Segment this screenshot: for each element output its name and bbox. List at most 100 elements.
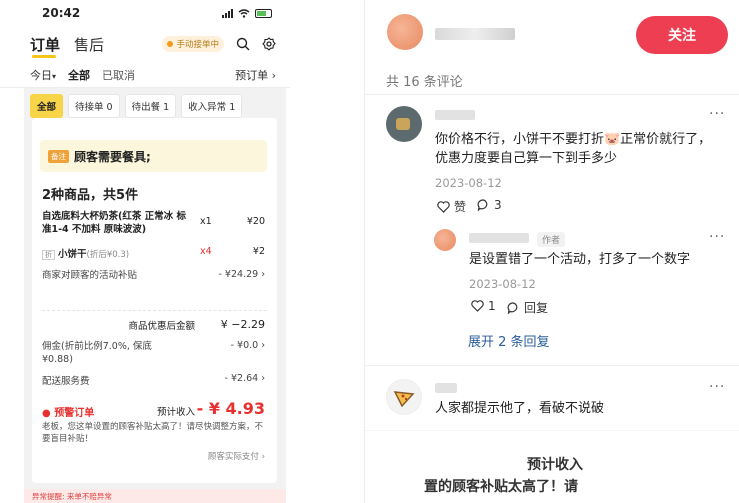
chip-pending-meal[interactable]: 待出餐 1: [124, 94, 177, 118]
battery-icon: [255, 8, 272, 18]
order-item: 自选底料大杯奶茶(红茶 正常冰 标准1-4 不加料 原味波波) x1 ¥20: [42, 210, 265, 238]
like-button[interactable]: 1: [471, 299, 496, 313]
comment-count: 共 16 条评论: [386, 75, 463, 90]
more-options-icon[interactable]: ···: [709, 106, 725, 122]
follow-button[interactable]: 关注: [636, 16, 728, 54]
item-name: 自选底料大杯奶茶(红茶 正常冰 标准1-4 不加料 原味波波): [42, 211, 186, 235]
username-blurred: [435, 383, 457, 393]
reply-label: 回复: [524, 301, 549, 315]
customer-pay-link[interactable]: 顾客实际支付 ›: [42, 450, 265, 462]
item-sub: (折后¥0.3): [86, 250, 130, 260]
comment-text: 你价格不行，小饼干不要打折🐷正常价就行了， 优惠力度要自己算一下到手多少: [435, 130, 711, 168]
delivery-row[interactable]: 配送服务费 - ¥2.64 ›: [42, 373, 265, 387]
heart-icon: [437, 200, 450, 213]
more-options-icon[interactable]: ···: [709, 379, 725, 395]
delivery-label: 配送服务费: [42, 376, 90, 387]
like-button[interactable]: 赞: [437, 198, 466, 215]
divider: [365, 94, 739, 95]
order-item: 折 小饼干(折后¥0.3) x4 ¥2: [42, 246, 265, 260]
avatar[interactable]: [386, 106, 422, 142]
abnormal-reminder-bar[interactable]: 异常提醒: 来单不赔异常: [24, 489, 286, 503]
commission-label: 佣金(折前比例7.0%, 保底¥0.88): [42, 341, 152, 365]
avatar-figure: [396, 118, 410, 130]
comment-line: 优惠力度要自己算一下到手多少: [435, 151, 618, 166]
reply-text: 是设置错了一个活动，打多了一个数字: [469, 252, 691, 267]
reply-count-button[interactable]: 3: [477, 198, 502, 212]
divider: [365, 365, 739, 366]
subsidy-row[interactable]: 商家对顾客的活动补贴 - ¥24.29 ›: [42, 269, 265, 282]
alert-icon: ●: [42, 408, 55, 419]
expand-replies-link[interactable]: 展开 2 条回复: [468, 331, 550, 350]
avatar[interactable]: [386, 379, 422, 415]
heart-icon: [471, 300, 484, 312]
commission-value: - ¥0.0 ›: [230, 340, 265, 351]
item-price: ¥20: [246, 216, 265, 227]
comment-line: 你价格不行，小饼干不要打折🐷正常价就行了，: [435, 132, 712, 147]
chip-pending-accept[interactable]: 待接单 0: [68, 94, 120, 118]
reply-date: 2023-08-12: [469, 277, 536, 291]
discounted-label: 商品优惠后金额: [128, 321, 195, 332]
username-blurred: [469, 233, 529, 243]
like-count: 1: [488, 299, 496, 313]
divider: [42, 310, 267, 311]
preorder-link[interactable]: 预订单 ›: [235, 67, 276, 83]
subsidy-value: - ¥24.29 ›: [218, 269, 265, 280]
more-options-icon[interactable]: ···: [709, 229, 725, 245]
warning-text: 老板，您这单设置的顾客补贴太高了！请尽快调整方案，不要盲目补贴！: [42, 422, 264, 444]
warning-label-text: 预警订单: [54, 408, 95, 419]
wifi-icon: [238, 8, 250, 18]
reply-count: 3: [494, 198, 502, 212]
signal-icon: [222, 8, 233, 18]
discount-badge: 折: [42, 250, 55, 260]
status-chip-bar: 全部 待接单 0 待出餐 1 收入异常 1: [30, 94, 243, 118]
item-price: ¥2: [252, 246, 265, 257]
tab-orders[interactable]: 订单: [30, 34, 60, 58]
attached-image-text: 预计收入: [527, 457, 583, 473]
manual-accept-toggle[interactable]: 手动接单中: [162, 36, 224, 52]
comment-bubble-icon: [477, 199, 488, 211]
discounted-value: ¥ −2.29: [220, 318, 265, 331]
comment-date: 2023-08-12: [435, 176, 502, 190]
warning-label: ● 预警订单: [42, 404, 94, 419]
reply-button[interactable]: 回复: [507, 299, 548, 316]
manual-accept-label: 手动接单中: [176, 40, 219, 50]
filter-cancelled[interactable]: 已取消: [102, 67, 135, 83]
avatar[interactable]: [434, 229, 456, 251]
chip-all[interactable]: 全部: [30, 94, 64, 118]
status-dot-icon: [167, 41, 174, 47]
subsidy-label: 商家对顾客的活动补贴: [42, 270, 138, 281]
author-tag: 作者: [537, 232, 566, 247]
date-filter[interactable]: 今日▾: [30, 67, 56, 83]
username-blurred: [435, 110, 475, 120]
note-tag: 备注: [48, 149, 69, 163]
item-qty: x1: [200, 216, 212, 227]
comment-text: 人家都提示他了，看破不说破: [435, 401, 605, 416]
delivery-value: - ¥2.64 ›: [224, 373, 265, 384]
filter-all[interactable]: 全部: [68, 67, 90, 83]
pizza-icon: [393, 391, 415, 408]
status-bar: 20:42: [0, 0, 290, 26]
item-name: 小饼干: [58, 249, 87, 260]
attached-image-text: 置的顾客补贴太高了！请: [424, 479, 578, 495]
abnormal-reminder-text: 异常提醒: 来单不赔异常: [32, 491, 112, 501]
warning-row: ● 预警订单 预计收入 - ¥ 4.93: [42, 399, 265, 421]
tab-after-sale[interactable]: 售后: [74, 34, 104, 55]
order-card: 备注 顾客需要餐具; 2种商品，共5件 自选底料大杯奶茶(红茶 正常冰 标准1-…: [32, 118, 277, 483]
avatar[interactable]: [387, 14, 423, 50]
item-count: 2种商品，共5件: [42, 188, 139, 203]
divider: [365, 430, 739, 431]
date-filter-label: 今日: [30, 68, 52, 82]
chip-income-abnormal[interactable]: 收入异常 1: [181, 94, 243, 118]
chevron-down-icon: ▾: [52, 71, 57, 81]
clock: 20:42: [42, 6, 81, 20]
note-text: 顾客需要餐具;: [74, 149, 151, 164]
customer-note: 备注 顾客需要餐具;: [40, 140, 267, 172]
expected-value: - ¥ 4.93: [196, 399, 265, 418]
commission-row[interactable]: 佣金(折前比例7.0%, 保底¥0.88) - ¥0.0 ›: [42, 340, 265, 366]
search-icon[interactable]: [236, 37, 250, 51]
username-blurred: [435, 28, 515, 40]
comment-bubble-icon: [507, 301, 518, 314]
order-app-panel: 20:42 订单 售后 手动接单中 今日▾ 全部 已取消 预订单 › 全部 待接…: [0, 0, 290, 503]
gear-icon[interactable]: [262, 37, 276, 51]
expected-label: 预计收入: [157, 407, 196, 418]
